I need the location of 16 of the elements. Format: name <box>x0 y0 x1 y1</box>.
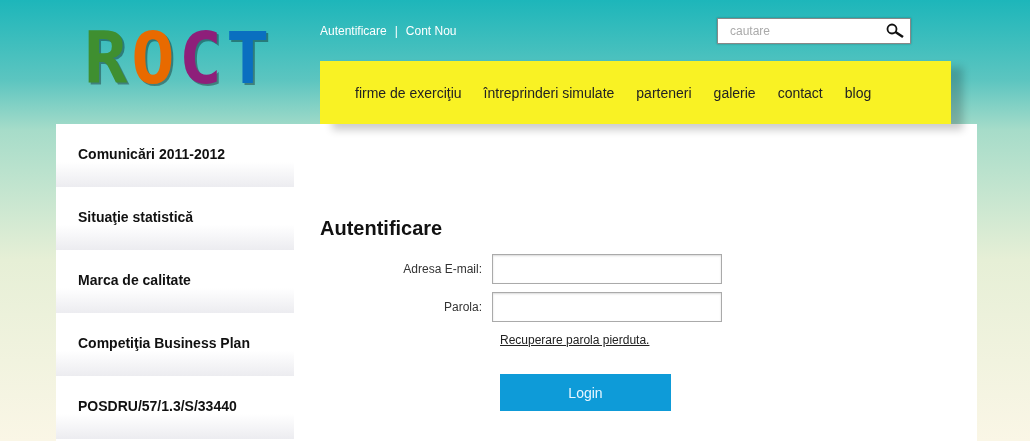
form-title: Autentificare <box>320 217 444 240</box>
search-field[interactable]: cautare <box>717 18 911 44</box>
logo: ROCT <box>84 22 274 96</box>
search-icon[interactable] <box>885 23 905 39</box>
nav-link[interactable]: întreprinderi simulate <box>483 84 615 101</box>
recover-password-link[interactable]: Recuperare parola pierduta. <box>500 333 650 347</box>
input-field[interactable] <box>492 292 722 322</box>
field-label: Adresa E-mail: <box>402 262 483 276</box>
nav-link[interactable]: galerie <box>713 84 756 101</box>
field-label: Parola: <box>442 300 483 314</box>
input-field[interactable] <box>492 254 722 284</box>
nav-link[interactable]: parteneri <box>636 84 692 101</box>
nav-link[interactable]: firme de exerciţiu <box>355 84 462 101</box>
nav-link[interactable]: contact <box>777 84 823 101</box>
nav-link[interactable]: blog <box>844 84 872 101</box>
link-separator: | <box>394 24 398 38</box>
